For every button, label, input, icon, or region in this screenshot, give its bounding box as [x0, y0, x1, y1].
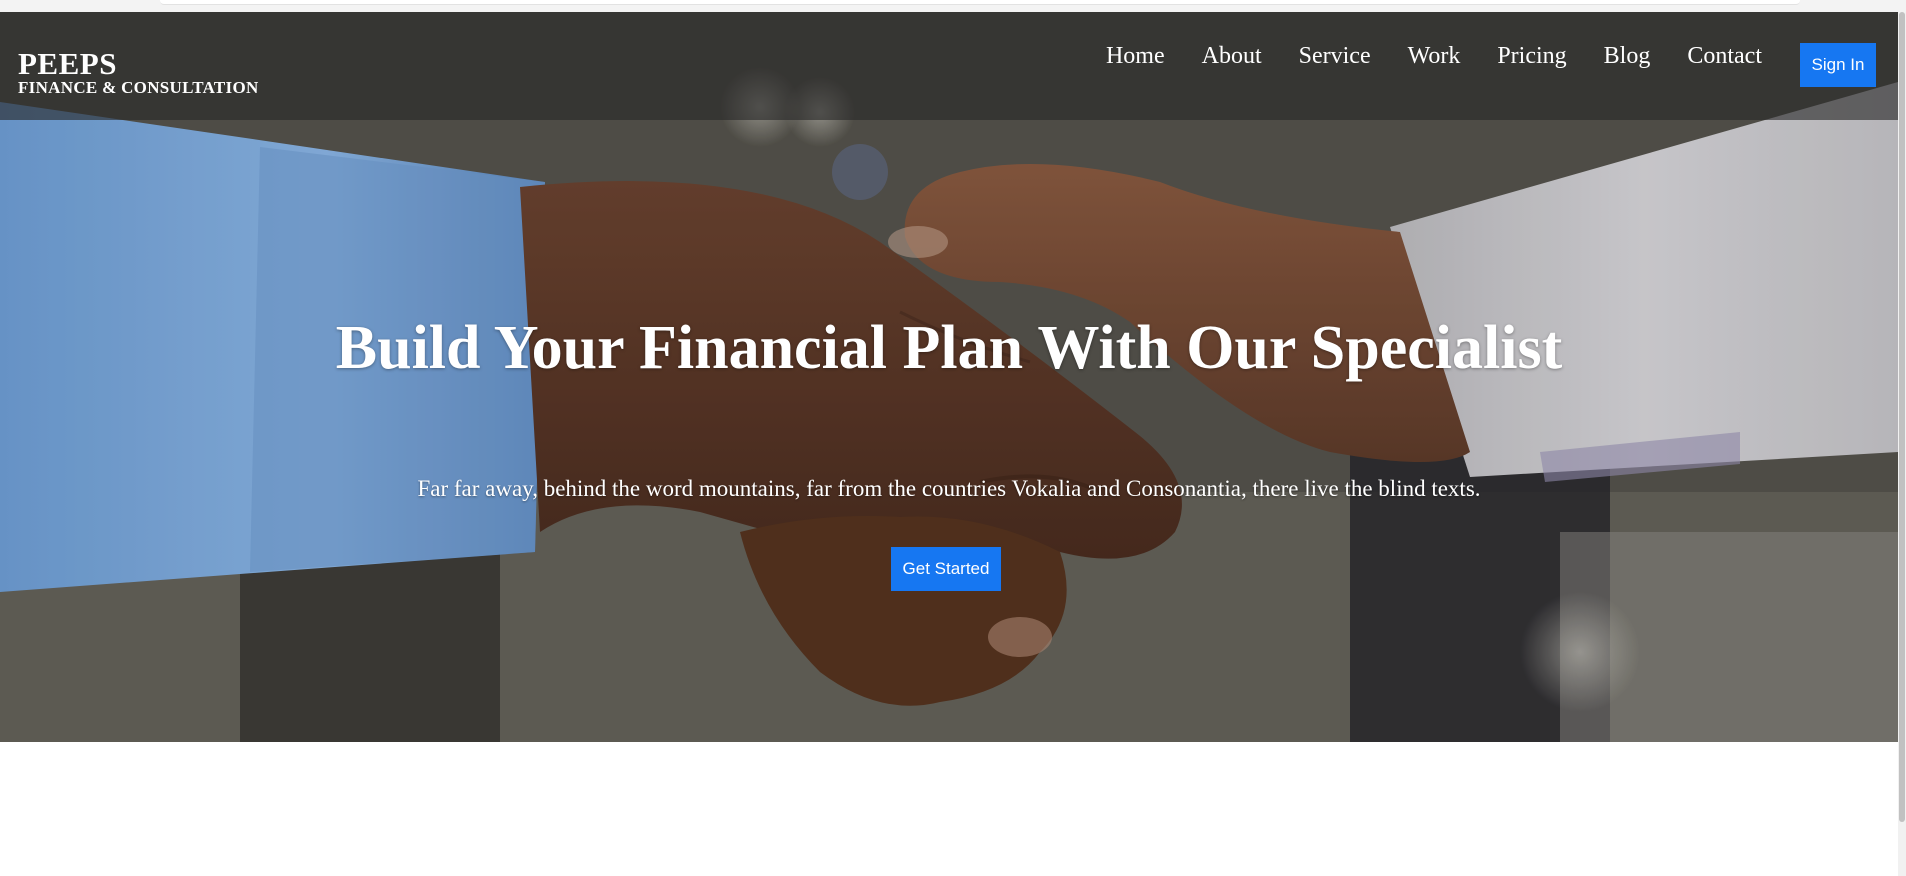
hero-subtitle: Far far away, behind the word mountains,…: [417, 476, 1481, 501]
browser-top-strip: [0, 0, 1906, 12]
nav-item-home[interactable]: Home: [1106, 43, 1165, 70]
brand-name: PEEPS: [18, 46, 117, 81]
browser-lip: [160, 0, 1800, 5]
hero-title: Build Your Financial Plan With Our Speci…: [335, 314, 1563, 382]
nav-item-about[interactable]: About: [1202, 43, 1262, 70]
brand-tagline: FINANCE & CONSULTATION: [18, 78, 259, 97]
nav-item-service[interactable]: Service: [1299, 43, 1371, 70]
nav-item-blog[interactable]: Blog: [1604, 43, 1651, 70]
nav-item-work[interactable]: Work: [1408, 43, 1461, 70]
nav-item-contact[interactable]: Contact: [1687, 43, 1762, 70]
scrollbar-thumb[interactable]: [1899, 12, 1905, 822]
page-scrollbar[interactable]: [1898, 12, 1906, 876]
page: PEEPS FINANCE & CONSULTATION Home About …: [0, 0, 1906, 876]
sign-in-button[interactable]: Sign In: [1800, 43, 1876, 87]
nav-item-pricing[interactable]: Pricing: [1497, 43, 1566, 70]
brand-logo[interactable]: PEEPS FINANCE & CONSULTATION: [18, 46, 259, 98]
get-started-button[interactable]: Get Started: [891, 547, 1001, 591]
main-nav: Home About Service Work Pricing Blog Con…: [1106, 12, 1906, 120]
